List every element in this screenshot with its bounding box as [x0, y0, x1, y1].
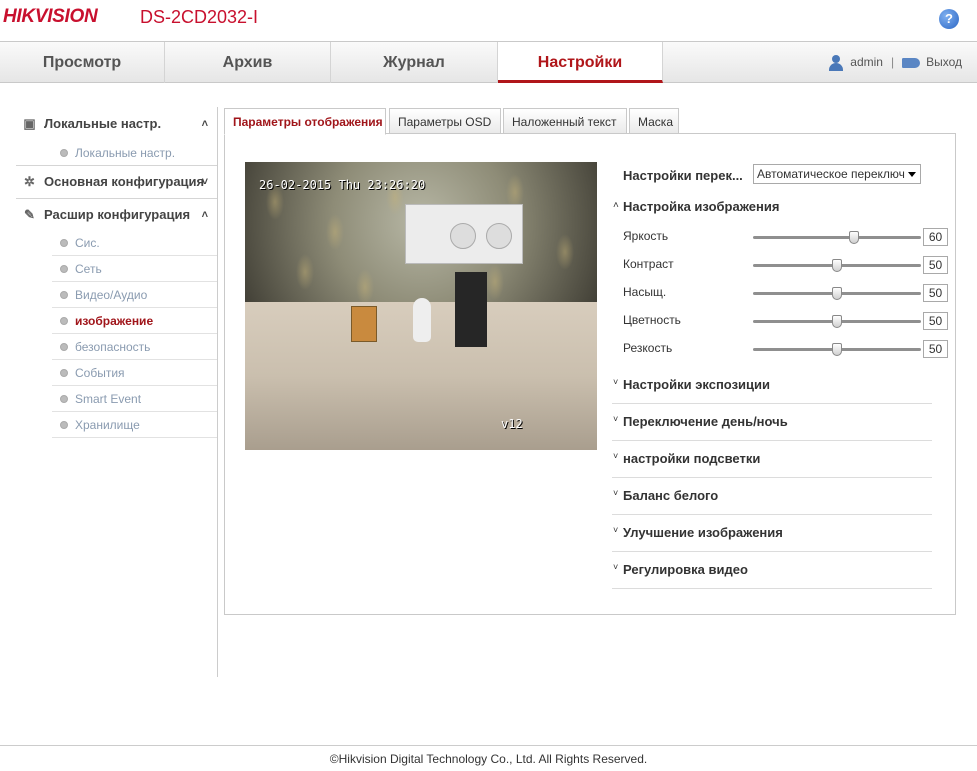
chevron-down-icon: ˅ [613, 451, 619, 461]
section-label: Настройки экспозиции [623, 377, 770, 392]
tab-privacy-mask[interactable]: Маска [629, 108, 679, 134]
day-night-switch-select[interactable]: Автоматическое переключ [753, 164, 921, 184]
section-label: настройки подсветки [623, 451, 761, 466]
section-label: Переключение день/ночь [623, 414, 788, 429]
slider-thumb[interactable] [848, 231, 859, 244]
slider-label: Насыщ. [623, 285, 667, 299]
day-night-switch-label: Настройки перек... [623, 168, 743, 183]
username: admin [850, 55, 883, 70]
slider-value-input[interactable]: 50 [923, 284, 948, 302]
slider-label: Яркость [623, 229, 669, 243]
footer-divider [0, 745, 977, 746]
collapsible-section[interactable]: ˅ Регулировка видео [612, 552, 932, 589]
video-object-figure [413, 298, 431, 342]
brand-logo: HIKVISION [3, 6, 98, 27]
video-preview[interactable]: 26-02-2015 Thu 23:26:20 v12 [245, 162, 597, 450]
section-label: Баланс белого [623, 488, 719, 503]
slider-value-input[interactable]: 50 [923, 256, 948, 274]
slider-track[interactable] [753, 343, 921, 356]
nav-tab-log[interactable]: Журнал [331, 42, 498, 83]
logout-link[interactable]: Выход [926, 42, 962, 83]
slider-thumb[interactable] [832, 259, 842, 272]
select-value: Автоматическое переключ [757, 167, 905, 181]
nav-tab-live-view[interactable]: Просмотр [0, 42, 165, 83]
tab-text-overlay[interactable]: Наложенный текст [503, 108, 627, 134]
chevron-down-icon: ˅ [613, 562, 619, 572]
help-icon[interactable]: ? [939, 9, 959, 29]
collapsible-section[interactable]: ˅ Баланс белого [612, 478, 932, 515]
slider-label: Резкость [623, 341, 673, 355]
collapsible-section[interactable]: ˅ Настройки экспозиции [612, 367, 932, 404]
nav-tab-playback[interactable]: Архив [165, 42, 331, 83]
separator: | [890, 55, 895, 70]
chevron-down-icon: ˅ [613, 525, 619, 535]
collapsible-section[interactable]: ˅ Переключение день/ночь [612, 404, 932, 441]
video-object-socket [405, 204, 523, 264]
chevron-down-icon: ˅ [613, 414, 619, 424]
osd-channel-name: v12 [501, 417, 523, 431]
footer-copyright: ©Hikvision Digital Technology Co., Ltd. … [329, 752, 648, 766]
logout-icon[interactable] [902, 57, 921, 68]
video-object-hole [450, 223, 476, 249]
nav-tab-configuration[interactable]: Настройки [498, 42, 663, 83]
chevron-up-icon: ˄ [613, 200, 619, 211]
tab-display-settings[interactable]: Параметры отображения [224, 108, 386, 135]
slider-track[interactable] [753, 287, 921, 300]
slider-value-input[interactable]: 60 [923, 228, 948, 246]
image-adjust-section-title[interactable]: Настройка изображения [623, 199, 779, 214]
slider-track[interactable] [753, 259, 921, 272]
section-label: Регулировка видео [623, 562, 748, 577]
chevron-down-icon: ˅ [613, 377, 619, 387]
video-object-hole [486, 223, 512, 249]
section-label: Улучшение изображения [623, 525, 783, 540]
collapsible-section[interactable]: ˅ Улучшение изображения [612, 515, 932, 552]
sidebar-border [0, 107, 218, 677]
slider-label: Цветность [623, 313, 681, 327]
device-model: DS-2CD2032-I [140, 7, 259, 27]
slider-track[interactable] [753, 231, 921, 244]
slider-thumb[interactable] [832, 315, 842, 328]
main-nav: Просмотр Архив Журнал Настройки admin | Вы… [0, 41, 977, 83]
slider-value-input[interactable]: 50 [923, 340, 948, 358]
user-area: admin | Выход [828, 42, 962, 83]
slider-value-input[interactable]: 50 [923, 312, 948, 330]
dropdown-arrow-icon [908, 172, 916, 177]
video-object-device [455, 272, 487, 347]
video-object-box [351, 306, 377, 342]
osd-timestamp: 26-02-2015 Thu 23:26:20 [259, 178, 426, 192]
top-bar: HIKVISION DS-2CD2032-I ? [0, 0, 977, 40]
tab-osd-settings[interactable]: Параметры OSD [389, 108, 501, 134]
user-icon [828, 54, 844, 71]
slider-thumb[interactable] [832, 287, 842, 300]
chevron-down-icon: ˅ [613, 488, 619, 498]
slider-label: Контраст [623, 257, 674, 271]
slider-thumb[interactable] [832, 343, 842, 356]
slider-track[interactable] [753, 315, 921, 328]
collapsible-section[interactable]: ˅ настройки подсветки [612, 441, 932, 478]
